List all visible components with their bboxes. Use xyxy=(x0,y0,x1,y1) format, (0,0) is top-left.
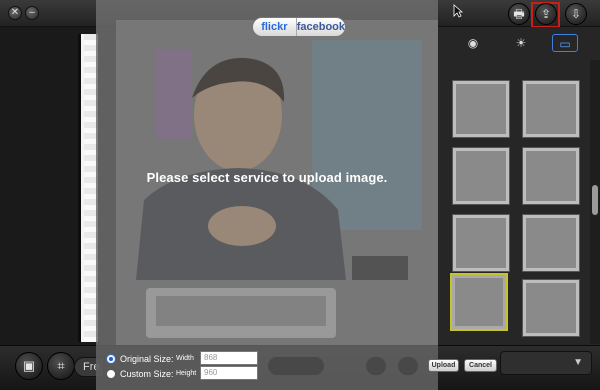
height-field[interactable]: 960 xyxy=(200,366,258,380)
frame-thumbnail[interactable] xyxy=(522,80,580,138)
print-button[interactable]: 🖶 xyxy=(508,3,530,25)
share-button[interactable]: ⇪ xyxy=(535,3,557,25)
upload-prompt-message: Please select service to upload image. xyxy=(146,170,388,185)
close-window-button[interactable]: ✕ xyxy=(8,6,22,20)
ghost-button xyxy=(366,357,386,375)
print-icon: 🖶 xyxy=(513,7,525,21)
flickr-service-button[interactable]: flickr xyxy=(253,18,297,36)
original-size-radio[interactable] xyxy=(106,354,116,364)
photo-frame-edge xyxy=(78,34,98,342)
panel-tabs: ◉ ☀ ▭ xyxy=(438,29,600,61)
custom-size-radio[interactable] xyxy=(106,369,116,379)
panel-scrollbar-thumb[interactable] xyxy=(592,185,598,215)
minimize-window-button[interactable]: – xyxy=(25,6,39,20)
download-icon: ⇩ xyxy=(570,7,582,21)
frame-thumbnail[interactable] xyxy=(452,80,510,138)
camera-icon: ◉ xyxy=(467,36,479,50)
frame-thumbnail[interactable] xyxy=(522,279,580,337)
tab-brightness[interactable]: ☀ xyxy=(508,34,534,52)
chevron-down-icon: ▼ xyxy=(573,357,583,368)
frame-thumbnail-selected[interactable] xyxy=(450,273,508,331)
rotate-controls xyxy=(268,357,324,375)
custom-size-option[interactable]: Custom Size: xyxy=(106,367,174,381)
ghost-button xyxy=(398,357,418,375)
tab-camera[interactable]: ◉ xyxy=(460,34,486,52)
service-switch[interactable]: flickr facebook xyxy=(252,17,346,37)
mouse-cursor-icon xyxy=(453,4,463,18)
original-size-label: Original Size: xyxy=(120,354,174,364)
width-field[interactable]: 868 xyxy=(200,351,258,365)
share-icon: ⇪ xyxy=(540,7,552,21)
facebook-service-button[interactable]: facebook xyxy=(297,18,345,36)
tab-frames[interactable]: ▭ xyxy=(552,34,578,52)
original-size-option[interactable]: Original Size: xyxy=(106,352,174,366)
cancel-button[interactable]: Cancel xyxy=(464,359,497,372)
frame-thumbnail[interactable] xyxy=(452,214,510,272)
brightness-icon: ☀ xyxy=(515,36,527,50)
download-button[interactable]: ⇩ xyxy=(565,3,587,25)
frame-thumbnail[interactable] xyxy=(452,147,510,205)
frame-category-select[interactable]: ▼ xyxy=(500,351,592,375)
custom-size-label: Custom Size: xyxy=(120,369,174,379)
frame-thumbnail[interactable] xyxy=(522,147,580,205)
height-label: Height xyxy=(176,370,197,377)
photo-icon: ▣ xyxy=(22,358,36,373)
crop-icon: ⌗ xyxy=(57,358,65,373)
upload-button[interactable]: Upload xyxy=(428,359,459,372)
frame-thumbnail[interactable] xyxy=(522,214,580,272)
upload-options-bar: Original Size: Custom Size: Width 868 He… xyxy=(96,345,438,390)
crop-button[interactable]: ⌗ xyxy=(47,352,75,380)
frame-icon: ▭ xyxy=(559,37,571,51)
upload-dialog: flickr facebook Please select service to… xyxy=(96,0,438,345)
photo-library-button[interactable]: ▣ xyxy=(15,352,43,380)
width-label: Width xyxy=(176,355,194,362)
